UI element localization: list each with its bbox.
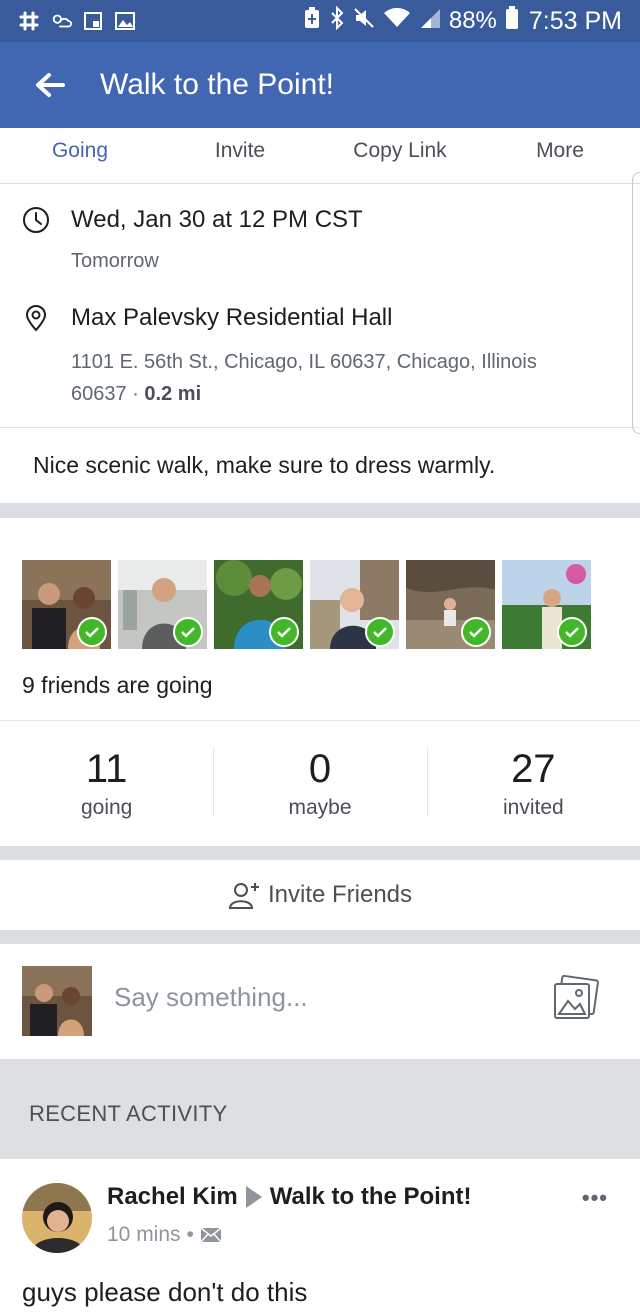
battery-icon (505, 5, 519, 37)
count-value: 27 (511, 747, 556, 791)
friend-photo[interactable] (118, 560, 207, 649)
battery-saver-icon (303, 6, 321, 36)
envelope-icon (200, 1227, 222, 1243)
going-check-icon (557, 617, 587, 647)
composer-input[interactable]: Say something... (114, 982, 308, 1013)
location-pin-icon (25, 305, 47, 332)
tab-more[interactable]: More (480, 128, 640, 183)
back-button[interactable] (0, 42, 100, 128)
going-count[interactable]: 11 going (0, 721, 213, 846)
invite-friends-button[interactable]: Invite Friends (0, 860, 640, 930)
post-text: guys please don't do this (22, 1277, 308, 1307)
recent-activity-header: RECENT ACTIVITY (0, 1059, 640, 1159)
count-value: 11 (85, 747, 128, 791)
calendar-icon (82, 10, 104, 32)
maybe-count[interactable]: 0 maybe (213, 721, 426, 846)
add-person-icon (228, 883, 259, 909)
event-relative-date: Tomorrow (71, 250, 159, 272)
event-action-tabs: Going Invite Copy Link More (0, 128, 640, 184)
wifi-icon (383, 7, 411, 36)
location-name[interactable]: Max Palevsky Residential Hall (71, 304, 392, 332)
address-text: 1101 E. 56th St., Chicago, IL 60637, Chi… (71, 351, 537, 405)
avatar[interactable] (22, 1183, 92, 1253)
status-bar: 88% 7:53 PM (0, 0, 640, 42)
event-date: Wed, Jan 30 at 12 PM CST (71, 206, 363, 233)
signal-icon (419, 7, 441, 36)
event-description: Nice scenic walk, make sure to dress war… (33, 452, 496, 478)
invited-count[interactable]: 27 invited (426, 721, 640, 846)
app-bar: Walk to the Point! (0, 42, 640, 128)
friend-photo[interactable] (22, 560, 111, 649)
section-divider (0, 930, 640, 944)
post-composer: Say something... (0, 944, 640, 1059)
going-check-icon (365, 617, 395, 647)
slack-icon (18, 10, 40, 32)
post-target[interactable]: Walk to the Point! (270, 1183, 472, 1211)
friend-photo[interactable] (406, 560, 495, 649)
image-icon (114, 10, 136, 32)
post-meta: 10 mins • (107, 1223, 222, 1247)
post-time[interactable]: 10 mins (107, 1223, 181, 1247)
post-header: Rachel Kim Walk to the Point! (107, 1183, 471, 1211)
tab-invite[interactable]: Invite (160, 128, 320, 183)
recent-activity-title: RECENT ACTIVITY (29, 1101, 228, 1126)
invite-friends-label: Invite Friends (267, 881, 413, 908)
section-divider (0, 846, 640, 860)
rsvp-counts: 11 going 0 maybe 27 invited (0, 720, 640, 846)
going-check-icon (269, 617, 299, 647)
tab-copy-link[interactable]: Copy Link (320, 128, 480, 183)
notification-icons (18, 10, 136, 32)
bluetooth-icon (329, 5, 345, 37)
going-check-icon (173, 617, 203, 647)
post-author[interactable]: Rachel Kim (107, 1183, 238, 1211)
going-check-icon (461, 617, 491, 647)
section-divider (0, 503, 640, 518)
going-check-icon (77, 617, 107, 647)
photo-attach-icon[interactable] (552, 974, 600, 1022)
event-details: Wed, Jan 30 at 12 PM CST Tomorrow Max Pa… (0, 184, 640, 428)
avatar (22, 966, 92, 1036)
friend-photo[interactable] (214, 560, 303, 649)
address-separator: · (132, 383, 139, 405)
page-title: Walk to the Point! (100, 68, 334, 101)
tab-going[interactable]: Going (0, 128, 160, 183)
weather-icon (50, 10, 72, 32)
mute-icon (353, 7, 375, 36)
friends-going-text[interactable]: 9 friends are going (22, 672, 213, 699)
count-label: maybe (288, 796, 352, 819)
battery-percent: 88% (448, 7, 497, 34)
activity-post: Rachel Kim Walk to the Point! 10 mins • … (0, 1159, 640, 1315)
clock: 7:53 PM (528, 6, 622, 35)
count-label: invited (502, 796, 564, 819)
triangle-right-icon (245, 1186, 262, 1208)
friend-photo[interactable] (502, 560, 591, 649)
meta-dot: • (186, 1223, 194, 1246)
friend-photo[interactable] (310, 560, 399, 649)
count-label: going (80, 796, 133, 819)
count-value: 0 (308, 747, 332, 791)
back-arrow-icon (36, 73, 65, 97)
friends-going-thumbnails (22, 560, 591, 649)
location-address[interactable]: 1101 E. 56th St., Chicago, IL 60637, Chi… (71, 346, 591, 410)
clock-icon (23, 207, 49, 233)
more-options-button[interactable]: ••• (582, 1185, 608, 1211)
status-right: 88% 7:53 PM (303, 5, 622, 37)
distance: 0.2 mi (144, 383, 202, 405)
scroll-edge-indicator (632, 172, 640, 434)
